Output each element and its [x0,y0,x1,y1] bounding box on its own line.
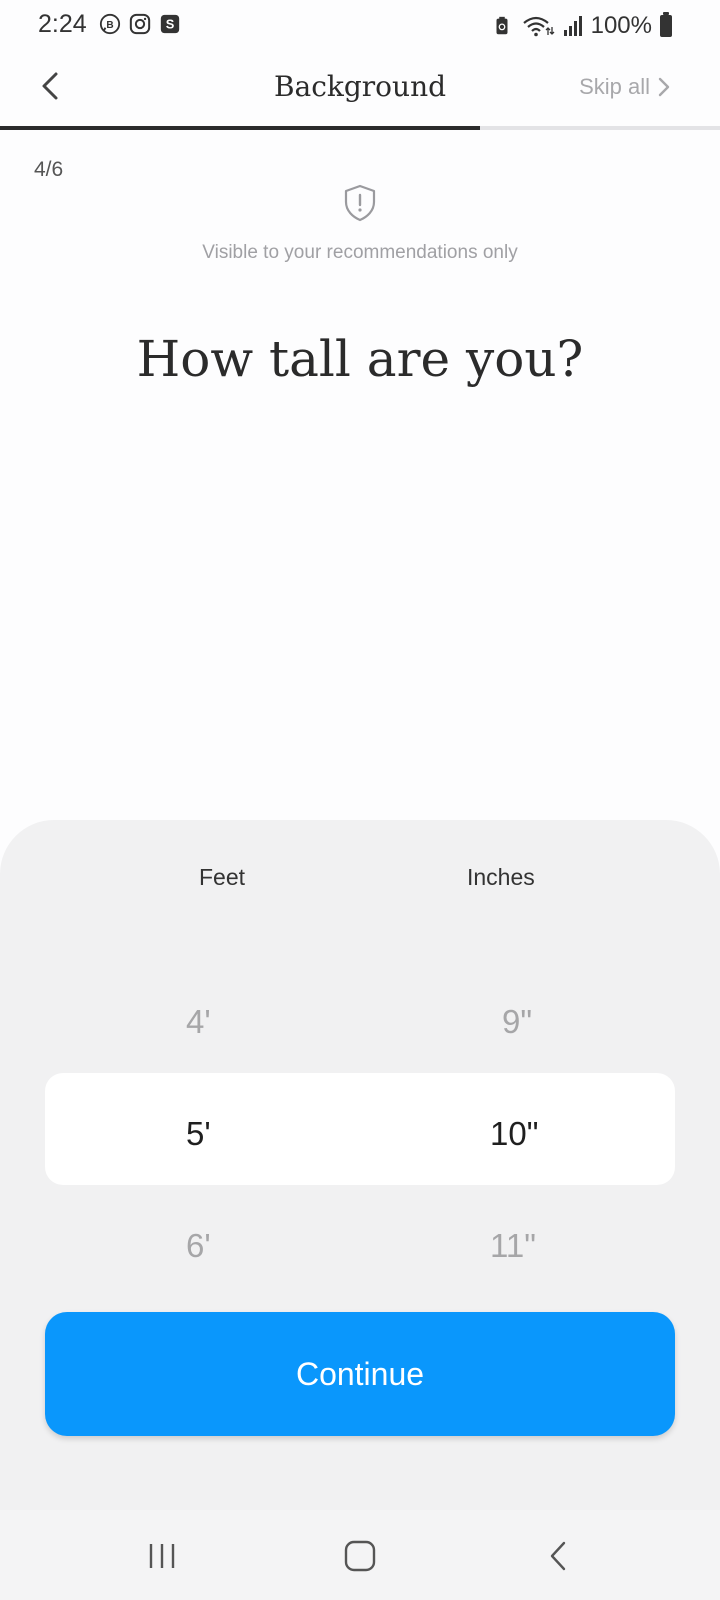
progress-bar [0,126,720,130]
recent-apps-icon[interactable] [143,1538,183,1574]
inches-option-next[interactable]: 11" [490,1227,536,1265]
feet-option-selected[interactable]: 5' [186,1115,211,1153]
step-counter: 4/6 [34,158,64,181]
question-heading: How tall are you? [136,330,584,388]
selected-row-highlight [45,1073,675,1185]
signal-icon [563,16,582,36]
skip-all-button[interactable]: Skip all [579,74,672,100]
visibility-note: Visible to your recommendations only [202,242,518,263]
shield-icon [344,184,376,222]
instagram-icon [129,13,151,35]
status-right: 100% [491,12,672,40]
business-chat-icon: B [99,13,121,35]
status-time: 2:24 [38,10,87,38]
header: Background Skip all [0,52,720,128]
feet-option-next[interactable]: 6' [186,1227,211,1265]
svg-text:B: B [106,20,113,31]
svg-text:S: S [166,17,175,32]
continue-button[interactable]: Continue [45,1312,675,1436]
battery-saver-icon [496,16,508,35]
progress-fill [0,126,481,130]
wifi-icon [522,16,555,37]
s-app-icon: S [160,14,180,34]
status-bar: 2:24 B S 100% [0,0,720,52]
battery-icon [660,12,672,37]
feet-option-prev[interactable]: 4' [186,1003,211,1041]
inches-option-selected[interactable]: 10" [490,1115,538,1153]
inches-column-label: Inches [467,864,535,890]
system-nav-bar [0,1510,720,1600]
home-icon[interactable] [340,1538,380,1574]
chevron-right-icon [658,77,670,97]
skip-all-label: Skip all [579,74,650,99]
inches-option-prev[interactable]: 9" [502,1003,532,1041]
battery-percent: 100% [590,12,652,39]
notification-icons: B S [99,13,181,35]
back-icon[interactable] [540,1538,580,1574]
feet-column-label: Feet [199,864,246,890]
